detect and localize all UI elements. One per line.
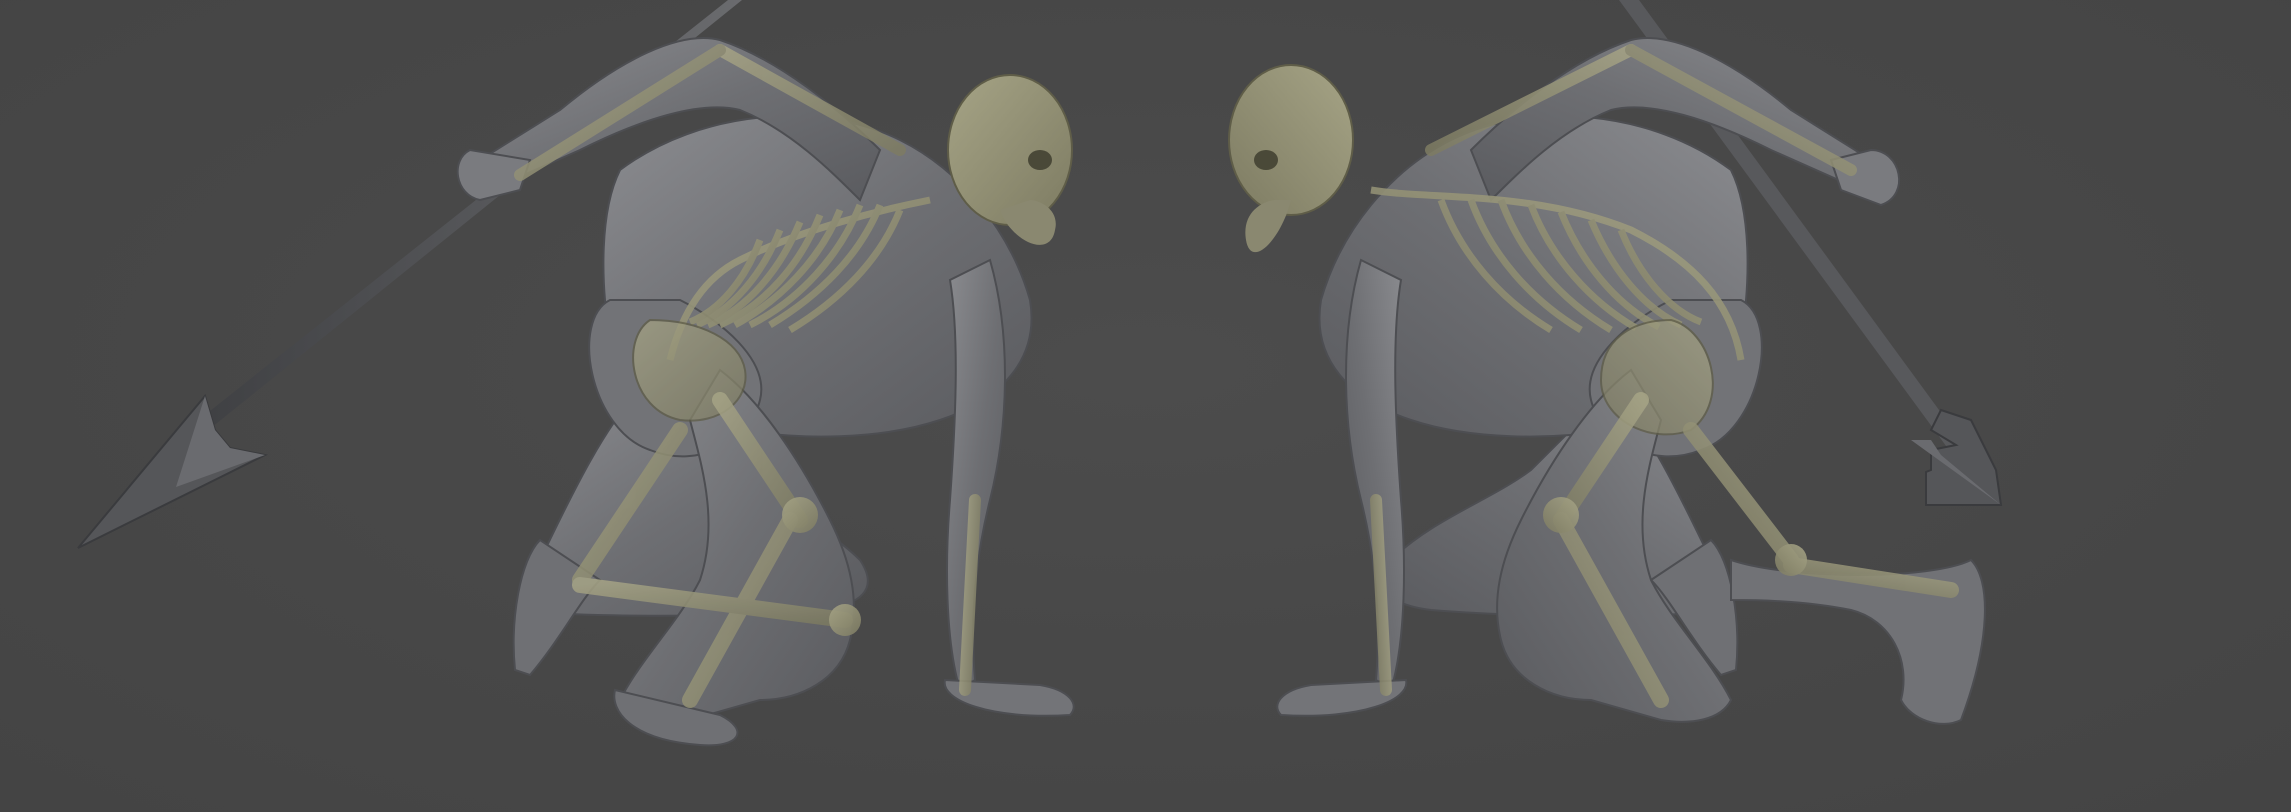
render-viewport xyxy=(0,0,2291,812)
anatomy-figure-left xyxy=(77,0,1075,747)
anatomy-figure-right xyxy=(1228,0,2003,725)
